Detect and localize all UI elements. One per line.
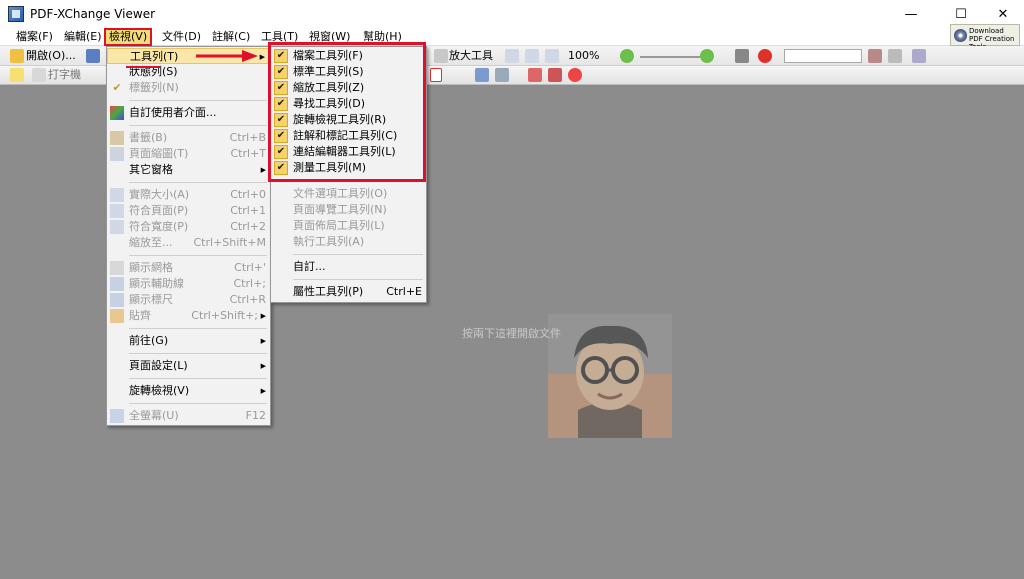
view-menu-item-rotate-view[interactable]: 旋轉檢視(V) ▶ bbox=[107, 383, 270, 399]
menu-separator bbox=[129, 255, 267, 256]
view-menu-item-tabbar[interactable]: ✔ 標籤列(N) bbox=[107, 80, 270, 96]
view-menu-item-fit-page[interactable]: 符合頁面(P) Ctrl+1 bbox=[107, 203, 270, 219]
ruler-icon bbox=[110, 293, 124, 307]
zoom-slider[interactable] bbox=[640, 56, 700, 58]
view-menu-item-other-panes[interactable]: 其它窗格 ▶ bbox=[107, 162, 270, 178]
menu-edit[interactable]: 編輯(E) bbox=[60, 29, 106, 45]
menu-document[interactable]: 文件(D) bbox=[158, 29, 205, 45]
view-menu-item-page-layout[interactable]: 頁面設定(L) ▶ bbox=[107, 358, 270, 374]
submenu-arrow-icon: ▶ bbox=[260, 166, 266, 174]
mascot-illustration bbox=[548, 314, 672, 438]
view-menu-item-fullscreen[interactable]: 全螢幕(U) F12 bbox=[107, 408, 270, 424]
find-icon[interactable] bbox=[758, 49, 772, 63]
menu-bar: 檔案(F) 編輯(E) 檢視(V) 文件(D) 註解(C) 工具(T) 視窗(W… bbox=[0, 28, 1024, 46]
disc-icon bbox=[954, 29, 967, 42]
view-menu-item-fit-width[interactable]: 符合寬度(P) Ctrl+2 bbox=[107, 219, 270, 235]
toolbar-page-navigation-item[interactable]: 頁面導覽工具列(N) bbox=[271, 202, 426, 218]
fit-page-icon[interactable] bbox=[525, 49, 539, 63]
zoom-tool-icon bbox=[434, 49, 448, 63]
search-input[interactable] bbox=[784, 49, 862, 63]
open-icon bbox=[10, 49, 24, 63]
bookmarks-icon bbox=[110, 131, 124, 145]
view-menu-item-goto[interactable]: 前往(G) ▶ bbox=[107, 333, 270, 349]
zoom-tool-button[interactable]: 放大工具 bbox=[449, 48, 493, 64]
actual-size-icon bbox=[110, 188, 124, 202]
view-menu-item-zoom-to[interactable]: 縮放至... Ctrl+Shift+M bbox=[107, 235, 270, 251]
title-bar: PDF-XChange Viewer — ☐ ✕ bbox=[0, 0, 1024, 28]
toolbar-page-layout-item[interactable]: 頁面佈局工具列(L) bbox=[271, 218, 426, 234]
menu-separator bbox=[129, 378, 267, 379]
zoom-in-icon[interactable] bbox=[700, 49, 714, 63]
polygon-icon[interactable] bbox=[495, 68, 509, 82]
open-button[interactable]: 開啟(O)... bbox=[26, 48, 76, 64]
fit-page-icon bbox=[110, 204, 124, 218]
menu-separator bbox=[129, 100, 267, 101]
grid-icon bbox=[110, 261, 124, 275]
minimize-button[interactable]: — bbox=[888, 0, 934, 28]
open-document-hint[interactable]: 按兩下這裡開啟文件 bbox=[462, 325, 561, 341]
view-menu-item-actual-size[interactable]: 實際大小(A) Ctrl+0 bbox=[107, 187, 270, 203]
typewriter-button[interactable]: 打字機 bbox=[48, 67, 81, 83]
guides-icon bbox=[110, 277, 124, 291]
submenu-arrow-icon: ▶ bbox=[259, 53, 265, 61]
snap-icon bbox=[110, 309, 124, 323]
toolbar-customize-item[interactable]: 自訂... bbox=[271, 259, 426, 275]
zoom-value[interactable]: 100% bbox=[568, 48, 599, 64]
menu-separator bbox=[129, 182, 267, 183]
view-menu-item-show-guides[interactable]: 顯示輔助線 Ctrl+; bbox=[107, 276, 270, 292]
menu-separator bbox=[129, 403, 267, 404]
toolbar-execute-item[interactable]: 執行工具列(A) bbox=[271, 234, 426, 250]
pen-icon[interactable] bbox=[912, 49, 926, 63]
view-menu-item-bookmarks[interactable]: 書籤(B) Ctrl+B bbox=[107, 130, 270, 146]
menu-separator bbox=[129, 328, 267, 329]
view-menu-item-snap[interactable]: 貼齊 Ctrl+Shift+; ▶ bbox=[107, 308, 270, 324]
download-pdf-creation-tools-button[interactable]: Download PDF Creation Tools bbox=[950, 24, 1020, 51]
view-menu-dropdown: 工具列(T) ▶ 狀態列(S) ✔ 標籤列(N) 自訂使用者介面... 書籤(B… bbox=[106, 46, 271, 426]
stamp-icon[interactable] bbox=[568, 68, 582, 82]
save-icon[interactable] bbox=[86, 49, 100, 63]
view-menu-item-thumbnails[interactable]: 頁面縮圖(T) Ctrl+T bbox=[107, 146, 270, 162]
submenu-arrow-icon: ▶ bbox=[260, 387, 266, 395]
toolbars-underline-annotation bbox=[126, 66, 160, 68]
textbox-icon[interactable] bbox=[430, 68, 442, 82]
fit-width-icon bbox=[110, 220, 124, 234]
submenu-arrow-icon: ▶ bbox=[260, 337, 266, 345]
view-menu-item-customize-ui[interactable]: 自訂使用者介面... bbox=[107, 105, 270, 121]
menu-comment[interactable]: 註解(C) bbox=[208, 29, 254, 45]
menu-file[interactable]: 檔案(F) bbox=[12, 29, 57, 45]
measure-icon[interactable] bbox=[548, 68, 562, 82]
fullscreen-icon bbox=[110, 409, 124, 423]
app-icon bbox=[8, 6, 24, 22]
fit-width-icon[interactable] bbox=[545, 49, 559, 63]
thumbnails-icon bbox=[110, 147, 124, 161]
submenu-arrow-icon: ▶ bbox=[260, 312, 266, 320]
menu-view[interactable]: 檢視(V) bbox=[103, 28, 153, 46]
menu-separator bbox=[293, 279, 423, 280]
arrow-tool-icon[interactable] bbox=[528, 68, 542, 82]
highlight-icon[interactable] bbox=[888, 49, 902, 63]
submenu-arrow-icon: ▶ bbox=[260, 362, 266, 370]
red-arrow-annotation bbox=[196, 50, 258, 62]
note-icon[interactable] bbox=[10, 68, 24, 82]
checked-toolbars-highlight-annotation bbox=[268, 42, 426, 182]
zoom-out-icon[interactable] bbox=[620, 49, 634, 63]
find-next-icon[interactable] bbox=[868, 49, 882, 63]
shape-icon[interactable] bbox=[475, 68, 489, 82]
typewriter-icon bbox=[32, 68, 46, 82]
menu-separator bbox=[129, 125, 267, 126]
window-title: PDF-XChange Viewer bbox=[30, 7, 156, 21]
menu-separator bbox=[129, 353, 267, 354]
view-menu-item-show-rulers[interactable]: 顯示標尺 Ctrl+R bbox=[107, 292, 270, 308]
check-icon: ✔ bbox=[112, 81, 122, 94]
toolbar-properties-item[interactable]: 屬性工具列(P) Ctrl+E bbox=[271, 284, 426, 300]
customize-ui-icon bbox=[110, 106, 124, 120]
menu-separator bbox=[293, 254, 423, 255]
page-icon[interactable] bbox=[505, 49, 519, 63]
binoculars-icon[interactable] bbox=[735, 49, 749, 63]
view-menu-item-show-grid[interactable]: 顯示網格 Ctrl+' bbox=[107, 260, 270, 276]
toolbar-document-options-item[interactable]: 文件選項工具列(O) bbox=[271, 186, 426, 202]
